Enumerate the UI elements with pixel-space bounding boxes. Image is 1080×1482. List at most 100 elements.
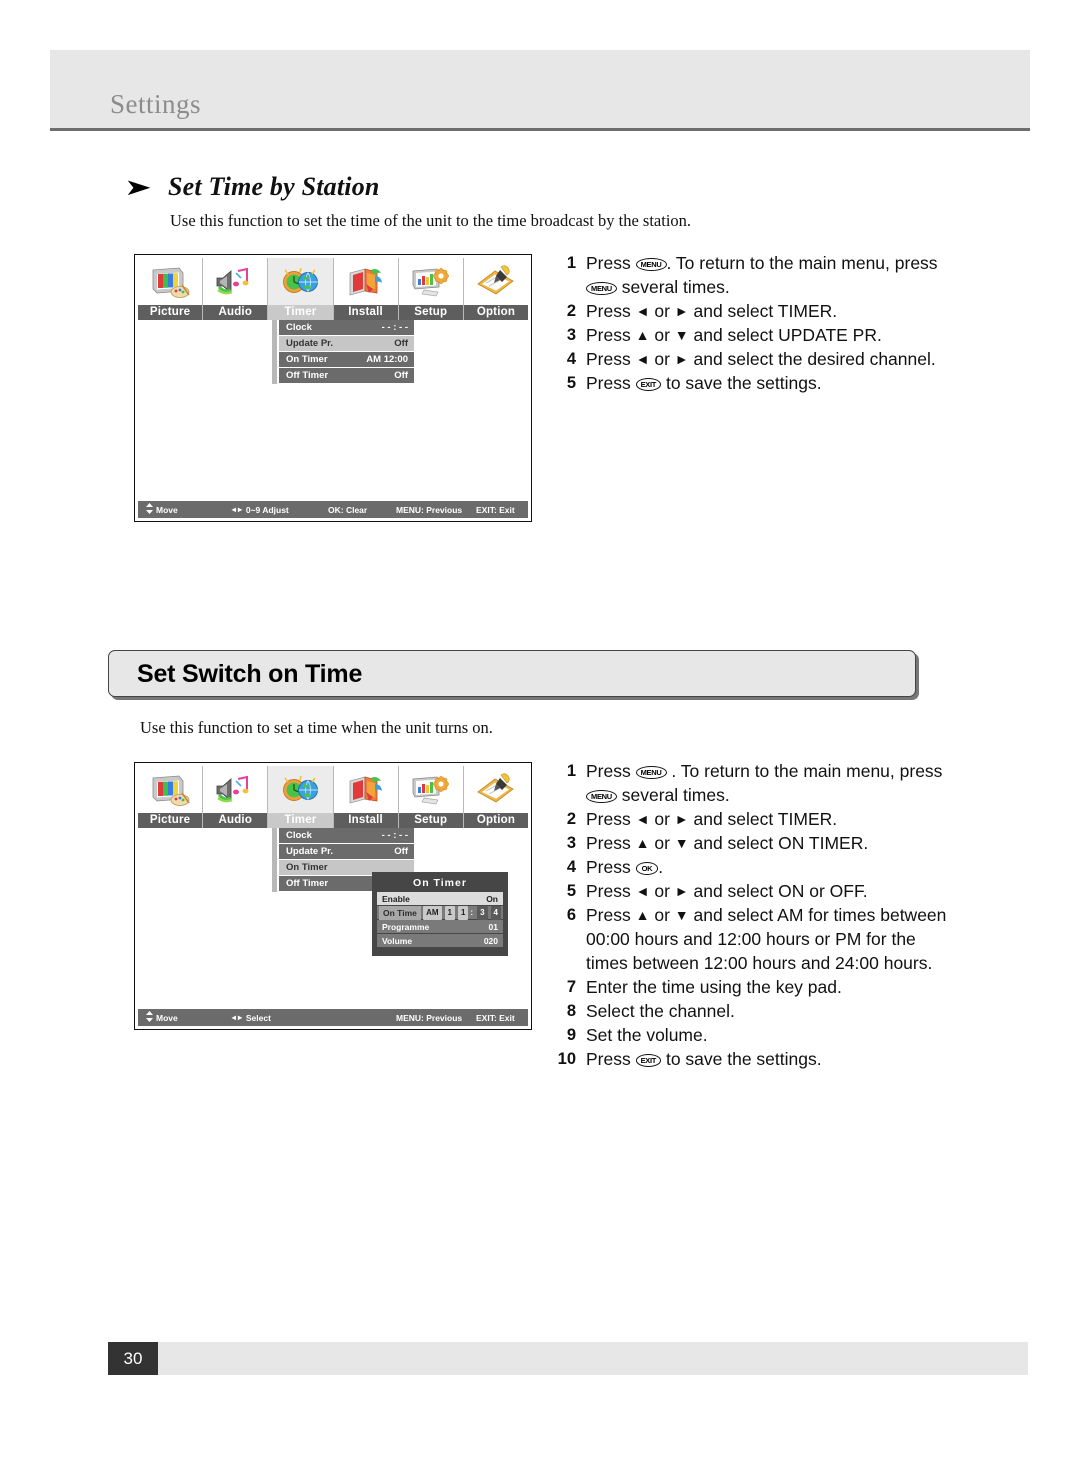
audio-speaker-note-icon: [203, 258, 268, 305]
instruction-step: 9 Set the volume.: [548, 1024, 978, 1047]
submenu-rail: [272, 828, 277, 892]
instruction-step: 7 Enter the time using the key pad.: [548, 976, 978, 999]
instruction-step-text: times between 12:00 hours and 24:00 hour…: [586, 953, 933, 973]
instruction-step-text: Set the volume.: [586, 1025, 708, 1045]
dialog-enable-value: On: [486, 893, 498, 904]
osd-tab-label: Setup: [398, 305, 463, 320]
up-down-arrows-icon: [146, 1011, 153, 1024]
dialog-row-programme[interactable]: Programme 01: [377, 920, 503, 934]
dialog-volume-value: 020: [483, 935, 498, 946]
dialog-row-volume[interactable]: Volume 020: [377, 934, 503, 948]
osd-tab-setup[interactable]: Setup: [398, 766, 464, 828]
left-right-arrows-icon: ◄►: [230, 505, 244, 514]
picture-tv-palette-icon: [138, 258, 203, 305]
instruction-step: 6 Press ▲ or ▼ and select AM for times be…: [548, 904, 978, 927]
status-adjust-1: ◄► 0~9 Adjust: [230, 504, 289, 515]
osd-tab-install[interactable]: Install: [333, 258, 399, 320]
subsection-description: Use this function to set the time of the…: [170, 211, 692, 230]
osd-tab-setup[interactable]: Setup: [398, 258, 464, 320]
instruction-steps-set-time-by-station: 1 Press MENU. To return to the main menu,…: [548, 252, 978, 396]
submenu-row-off-timer[interactable]: Off Timer Off: [279, 368, 414, 384]
osd-screenshot-on-timer-dialog: Picture Audio Timer Install Setup Option…: [134, 762, 532, 1030]
submenu-row-value: - - : - -: [381, 830, 408, 841]
instruction-step-number: 3: [566, 834, 576, 852]
section-title-box: Set Switch on Time: [108, 650, 916, 697]
submenu-row-update-pr[interactable]: Update Pr. Off: [279, 336, 414, 352]
instruction-step-number: 4: [566, 858, 576, 876]
osd-tab-timer[interactable]: Timer: [268, 766, 334, 828]
osd-tab-audio[interactable]: Audio: [203, 258, 269, 320]
osd-tab-option[interactable]: Option: [463, 258, 529, 320]
instruction-step-text: Press MENU. To return to the main menu, …: [586, 253, 938, 273]
status-select-2: ◄► Select: [230, 1012, 271, 1023]
instruction-step: MENU several times.: [548, 276, 978, 299]
osd-tab-label: Timer: [268, 813, 333, 828]
osd-tab-label: Timer: [268, 305, 333, 320]
dialog-row-enable[interactable]: Enable On: [377, 892, 503, 906]
osd-tab-label: Install: [333, 813, 398, 828]
osd-submenu-1: Clock - - : - - Update Pr. Off On Timer AM 12…: [272, 320, 414, 384]
status-move-2: Move: [146, 1011, 178, 1024]
instruction-step: MENU several times.: [548, 784, 978, 807]
instruction-step: 2 Press ◄ or ► and select TIMER.: [548, 808, 978, 831]
instruction-step: 10 Press EXIT to save the settings.: [548, 1048, 978, 1071]
submenu-row-on-timer[interactable]: On Timer AM 12:00: [279, 352, 414, 368]
osd-tab-label: Option: [463, 305, 529, 320]
instruction-step-text: Press ▲ or ▼ and select UPDATE PR.: [586, 325, 882, 345]
instruction-step: 1 Press MENU. To return to the main menu,…: [548, 252, 978, 275]
instruction-steps-set-switch-on-time: 1 Press MENU . To return to the main menu…: [548, 760, 978, 1072]
instruction-step-number: 4: [566, 350, 576, 368]
submenu-row-label: Update Pr.: [286, 338, 333, 349]
osd-tab-label: Option: [463, 813, 529, 828]
section-title: Set Switch on Time: [137, 660, 363, 688]
osd-tab-option[interactable]: Option: [463, 766, 529, 828]
dialog-row-on-time[interactable]: On Time AM 1 1 : 3 4: [377, 905, 503, 920]
osd-tab-install[interactable]: Install: [333, 766, 399, 828]
osd-tab-label: Picture: [138, 813, 203, 828]
timer-clock-globe-icon: [268, 766, 333, 813]
submenu-row-clock[interactable]: Clock - - : - -: [279, 320, 414, 336]
setup-monitor-gear-icon: [398, 258, 463, 305]
setup-monitor-gear-icon: [398, 766, 463, 813]
option-notepad-pen-icon: [463, 766, 529, 813]
osd-tab-label: Audio: [203, 305, 268, 320]
instruction-step-number: 9: [566, 1026, 576, 1044]
osd-tab-picture[interactable]: Picture: [138, 258, 204, 320]
submenu-row-clock[interactable]: Clock - - : - -: [279, 828, 414, 844]
left-right-arrows-icon: ◄►: [230, 1013, 244, 1022]
osd-tab-audio[interactable]: Audio: [203, 766, 269, 828]
instruction-step-text: Enter the time using the key pad.: [586, 977, 842, 997]
submenu-row-label: Off Timer: [286, 878, 329, 889]
instruction-step-number: 8: [566, 1002, 576, 1020]
ontime-hour-1: 1: [444, 905, 455, 920]
instruction-step-text: Press MENU . To return to the main menu,…: [586, 761, 943, 781]
instruction-step: 2 Press ◄ or ► and select TIMER.: [548, 300, 978, 323]
osd-tab-picture[interactable]: Picture: [138, 766, 204, 828]
instruction-step: 5 Press ◄ or ► and select ON or OFF.: [548, 880, 978, 903]
osd-tab-timer[interactable]: Timer: [268, 258, 334, 320]
submenu-row-label: On Timer: [286, 862, 328, 873]
status-menu-2: MENU: Previous: [396, 1012, 463, 1023]
instruction-step-number: 10: [557, 1050, 576, 1068]
arrow-bullet-icon: ➤: [124, 173, 152, 200]
status-move-1: Move: [146, 503, 178, 516]
submenu-row-value: Off: [394, 846, 408, 857]
osd-menu-bar-1: Picture Audio Timer Install Setup Option: [138, 258, 529, 320]
submenu-row-update-pr[interactable]: Update Pr. Off: [279, 844, 414, 860]
instruction-step-text: 00:00 hours and 12:00 hours or PM for th…: [586, 929, 916, 949]
instruction-step-number: 6: [566, 906, 576, 924]
instruction-step-number: 2: [566, 302, 576, 320]
osd-status-bar-2: Move ◄► Select MENU: Previous EXIT: Exit: [138, 1009, 528, 1026]
submenu-row-value: - - : - -: [381, 322, 408, 333]
submenu-row-label: Off Timer: [286, 370, 329, 381]
instruction-step-text: Press ◄ or ► and select the desired chan…: [586, 349, 936, 369]
instruction-step: 4 Press OK.: [548, 856, 978, 879]
option-notepad-pen-icon: [463, 258, 529, 305]
page-number-badge: 30: [108, 1342, 158, 1375]
submenu-row-label: On Timer: [286, 354, 328, 365]
instruction-step-text: Press ▲ or ▼ and select AM for times bet…: [586, 905, 947, 925]
instruction-step-number: 7: [566, 978, 576, 996]
osd-tab-label: Setup: [398, 813, 463, 828]
dialog-ontime-value: AM 1 1 : 3 4: [421, 905, 501, 920]
submenu-row-value: Off: [394, 370, 408, 381]
